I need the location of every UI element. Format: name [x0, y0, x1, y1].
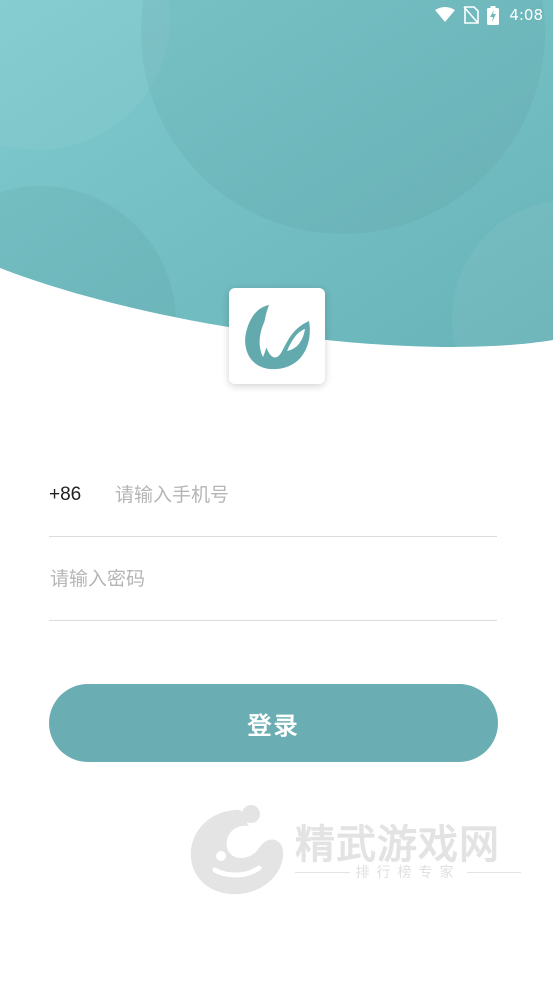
- login-button[interactable]: 登录: [49, 684, 498, 762]
- no-sim-icon: [463, 6, 480, 24]
- password-input[interactable]: [50, 562, 496, 596]
- watermark: 精武游戏网 排行榜专家: [185, 798, 530, 898]
- phone-input[interactable]: [115, 478, 495, 512]
- phone-field: +86: [49, 452, 497, 537]
- status-time: 4:08: [509, 6, 543, 24]
- leaf-logo-icon: [245, 305, 310, 370]
- app-logo: [229, 288, 325, 384]
- battery-charging-icon: [487, 5, 500, 25]
- divider: [466, 871, 521, 873]
- wifi-icon: [435, 7, 456, 23]
- status-bar: 4:08: [0, 0, 553, 30]
- country-code[interactable]: +86: [49, 484, 81, 506]
- password-field: [49, 536, 497, 621]
- watermark-logo-icon: [190, 805, 284, 895]
- watermark-subtitle: 排行榜专家: [355, 865, 461, 881]
- watermark-subtitle-row: 排行榜专家: [295, 862, 521, 882]
- divider: [295, 871, 350, 873]
